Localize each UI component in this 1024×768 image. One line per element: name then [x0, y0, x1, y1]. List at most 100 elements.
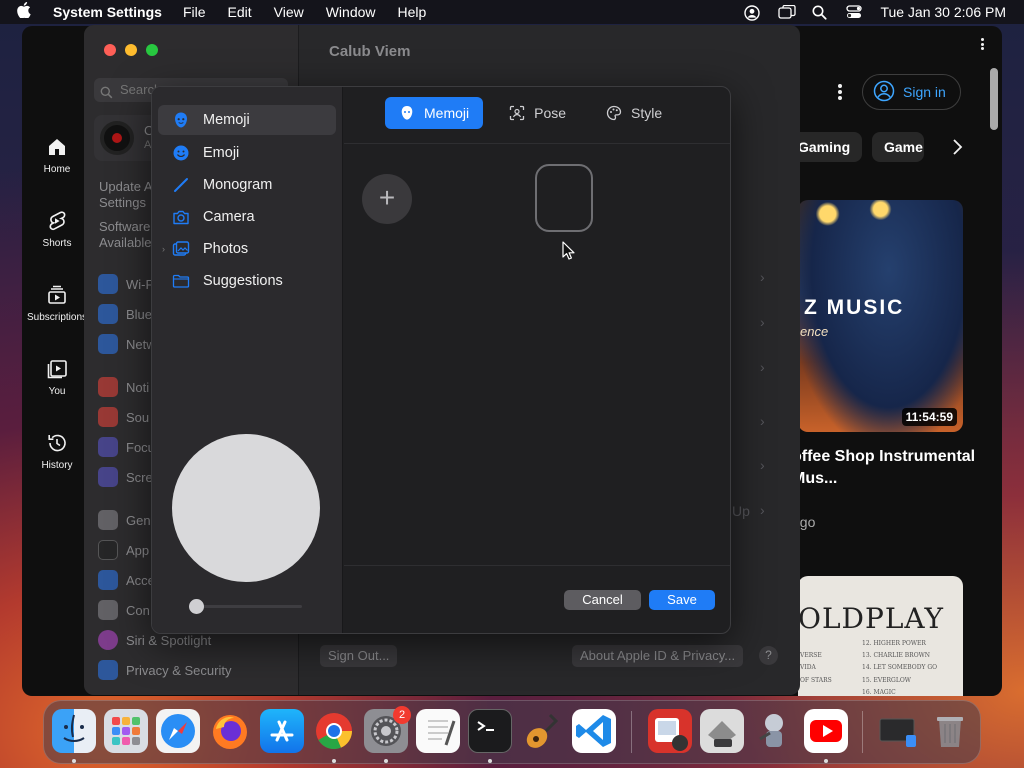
garageband-icon[interactable] — [520, 709, 564, 753]
about-privacy-button[interactable]: About Apple ID & Privacy... — [572, 645, 744, 667]
sidebar-item-emoji[interactable]: Emoji — [158, 138, 336, 168]
track-line: OF STARS — [800, 677, 832, 684]
palette-icon — [606, 105, 622, 121]
pose-icon — [509, 105, 525, 121]
zoom-slider-knob[interactable] — [189, 599, 204, 614]
nav-history[interactable]: History — [22, 432, 92, 506]
control-center-icon[interactable] — [846, 5, 863, 19]
page-scrollbar[interactable] — [990, 68, 998, 130]
siri-icon — [98, 630, 118, 650]
vscode-icon[interactable] — [572, 709, 616, 753]
textedit-icon[interactable] — [416, 709, 460, 753]
search-icon — [100, 83, 113, 107]
help-button[interactable]: ? — [759, 646, 778, 665]
nav-subscriptions[interactable]: Subscriptions — [22, 284, 92, 358]
trash-icon[interactable] — [928, 709, 972, 753]
sidebar-item-photos[interactable]: › Photos — [158, 234, 336, 264]
sidebar-item-label: Memoji — [203, 112, 250, 128]
software-update-notice[interactable]: Update A Settings Software Available — [99, 179, 153, 251]
menu-help[interactable]: Help — [398, 4, 427, 20]
photo-booth-icon[interactable] — [648, 709, 692, 753]
app-store-icon[interactable] — [260, 709, 304, 753]
camera-icon — [172, 208, 190, 226]
sidebar-item-monogram[interactable]: Monogram — [158, 170, 336, 200]
spotlight-search-icon[interactable] — [812, 5, 828, 20]
menu-window[interactable]: Window — [326, 4, 376, 20]
cancel-button[interactable]: Cancel — [564, 590, 641, 610]
window-more-icon[interactable] — [980, 38, 984, 50]
boot-camp-icon[interactable] — [700, 709, 744, 753]
nav-you[interactable]: You — [22, 358, 92, 432]
update-line: Available — [99, 235, 152, 250]
running-indicator — [332, 759, 336, 763]
video-thumbnail-coffee-shop[interactable]: Z MUSIC ence 11:54:59 — [798, 200, 963, 432]
save-button[interactable]: Save — [649, 590, 715, 610]
running-indicator — [488, 759, 492, 763]
tab-memoji[interactable]: Memoji — [385, 97, 484, 129]
mouse-pointer-icon — [562, 241, 576, 261]
subscriptions-icon — [46, 284, 68, 306]
sidebar-item-memoji[interactable]: Memoji — [158, 105, 336, 135]
zoom-slider[interactable] — [194, 605, 302, 608]
thumbnail-text: Z MUSIC — [804, 296, 905, 319]
track-line: 14. LET SOMEBODY GO — [862, 664, 938, 671]
sound-icon — [98, 407, 118, 427]
tab-pose[interactable]: Pose — [495, 97, 580, 129]
finder-icon[interactable] — [52, 709, 96, 753]
minimize-window-button[interactable] — [125, 44, 137, 56]
add-memoji-button[interactable]: + — [362, 174, 412, 224]
sidebar-item-label: Photos — [203, 241, 249, 257]
youtube-app-icon[interactable] — [804, 709, 848, 753]
safari-icon[interactable] — [156, 709, 200, 753]
menu-view[interactable]: View — [274, 4, 304, 20]
sign-out-button[interactable]: Sign Out... — [320, 645, 398, 667]
update-line: Software — [99, 219, 151, 234]
sidebar-item-camera[interactable]: Camera — [158, 202, 336, 232]
chips-next-icon[interactable] — [950, 138, 964, 161]
sidebar-item-privacy-security[interactable]: Privacy & Security — [98, 655, 231, 685]
downloads-stack-icon[interactable] — [876, 709, 920, 753]
video-title[interactable]: offee Shop Instrumental Mus... — [792, 446, 982, 490]
memoji-icon — [399, 105, 415, 121]
track-line: VERSE — [800, 652, 822, 659]
zoom-window-button[interactable] — [146, 44, 158, 56]
memoji-icon — [172, 111, 190, 129]
track-line: 15. EVERGLOW — [862, 677, 911, 684]
youtube-sidebar: Home Shorts Subscriptions You History — [22, 136, 92, 506]
nav-home[interactable]: Home — [22, 136, 92, 210]
sidebar-item-label: Monogram — [203, 177, 273, 193]
apple-menu-icon[interactable] — [17, 1, 41, 22]
emoji-icon — [172, 144, 190, 162]
user-account-icon[interactable] — [744, 5, 761, 21]
row-up-label: Up — [732, 503, 750, 519]
thumbnail-subtext: ence — [800, 324, 829, 339]
chip-game[interactable]: Game — [872, 132, 924, 162]
video-thumbnail-coldplay[interactable]: OLDPLAY 12. HIGHER POWER 13. CHARLIE BRO… — [798, 576, 963, 696]
sidebar-item-label: Blue — [126, 306, 153, 322]
nav-history-label: History — [41, 460, 73, 471]
tab-style[interactable]: Style — [592, 97, 676, 129]
sidebar-item-label: Privacy & Security — [126, 662, 232, 678]
settings-more-icon[interactable] — [838, 84, 842, 100]
launchpad-icon[interactable] — [104, 709, 148, 753]
chevron-right-icon: › — [760, 502, 765, 518]
chrome-icon[interactable] — [312, 709, 356, 753]
empty-memoji-slot[interactable] — [535, 164, 593, 232]
firefox-icon[interactable] — [208, 709, 252, 753]
sidebar-item-suggestions[interactable]: Suggestions — [158, 266, 336, 296]
chevron-right-icon: › — [760, 314, 765, 330]
monogram-icon — [172, 176, 190, 194]
menu-file[interactable]: File — [183, 4, 206, 20]
general-icon — [98, 510, 118, 530]
menu-edit[interactable]: Edit — [228, 4, 252, 20]
app-menu-name[interactable]: System Settings — [53, 4, 162, 20]
disclosure-chevron-icon[interactable]: › — [162, 244, 165, 254]
nav-shorts[interactable]: Shorts — [22, 210, 92, 284]
screen-mirroring-icon[interactable] — [778, 4, 797, 19]
terminal-icon[interactable] — [468, 709, 512, 753]
close-window-button[interactable] — [104, 44, 116, 56]
menu-clock[interactable]: Tue Jan 30 2:06 PM — [880, 4, 1006, 20]
sign-in-button[interactable]: Sign in — [862, 74, 961, 110]
sidebar-item-label: Emoji — [203, 145, 240, 161]
automator-icon[interactable] — [752, 709, 796, 753]
